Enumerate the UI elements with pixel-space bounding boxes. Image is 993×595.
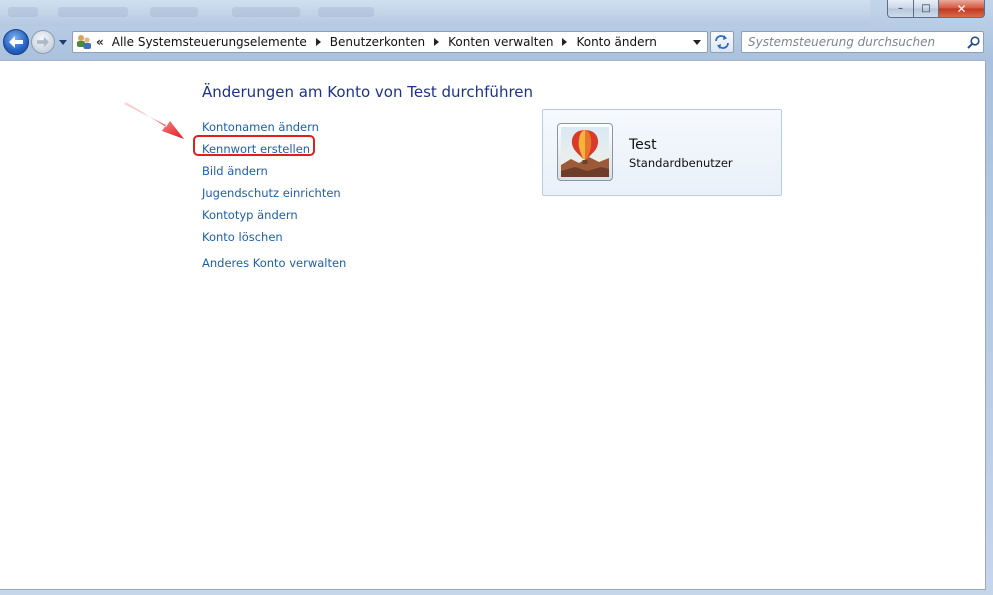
breadcrumb-separator[interactable] (434, 38, 440, 46)
address-bar[interactable]: « Alle Systemsteuerungselemente Benutzer… (72, 31, 708, 53)
breadcrumb-separator[interactable] (315, 38, 321, 46)
window-frame: – □ ✕ « Alle Systemsteuerungselemente Be… (0, 0, 993, 595)
maximize-button[interactable]: □ (914, 0, 939, 18)
breadcrumb-item[interactable]: Benutzerkonten (327, 35, 428, 49)
history-dropdown[interactable] (57, 36, 69, 48)
breadcrumb-item[interactable]: Alle Systemsteuerungselemente (109, 35, 310, 49)
title-bar (0, 0, 870, 26)
refresh-button[interactable] (710, 31, 734, 53)
caption-buttons: – □ ✕ (887, 0, 985, 18)
breadcrumb-item[interactable]: Konto ändern (573, 35, 659, 49)
hot-air-balloon-icon (561, 127, 609, 177)
search-icon[interactable] (963, 32, 983, 52)
red-arrow-annotation (124, 102, 184, 139)
task-link-manage-other-account[interactable]: Anderes Konto verwalten (202, 252, 346, 274)
breadcrumb-overflow[interactable]: « (96, 35, 104, 49)
search-input[interactable] (742, 35, 963, 49)
chevron-down-icon (59, 39, 67, 45)
forward-button[interactable] (31, 30, 55, 54)
task-link-change-picture[interactable]: Bild ändern (202, 160, 341, 182)
refresh-icon (715, 35, 729, 49)
page-title: Änderungen am Konto von Test durchführen (202, 83, 534, 101)
minimize-button[interactable]: – (887, 0, 914, 18)
address-dropdown-button[interactable] (687, 32, 707, 52)
close-button[interactable]: ✕ (939, 0, 985, 18)
breadcrumb-separator[interactable] (562, 38, 568, 46)
breadcrumb: Alle Systemsteuerungselemente Benutzerko… (109, 35, 660, 49)
back-arrow-icon (9, 36, 23, 48)
account-type: Standardbenutzer (629, 156, 733, 170)
search-box[interactable] (741, 31, 984, 53)
account-name: Test (629, 137, 657, 153)
highlight-annotation (193, 135, 315, 156)
account-picture (557, 123, 613, 181)
breadcrumb-item[interactable]: Konten verwalten (445, 35, 556, 49)
chevron-down-icon (693, 39, 701, 45)
task-link-change-account-type[interactable]: Kontotyp ändern (202, 204, 341, 226)
navigation-bar: « Alle Systemsteuerungselemente Benutzer… (0, 28, 993, 58)
back-button[interactable] (3, 29, 29, 55)
task-link-delete-account[interactable]: Konto löschen (202, 226, 341, 248)
user-accounts-icon (74, 32, 94, 52)
content-pane: Änderungen am Konto von Test durchführen… (0, 60, 986, 590)
forward-arrow-icon (37, 36, 49, 48)
account-card: Test Standardbenutzer (542, 109, 782, 196)
task-link-parental-controls[interactable]: Jugendschutz einrichten (202, 182, 341, 204)
